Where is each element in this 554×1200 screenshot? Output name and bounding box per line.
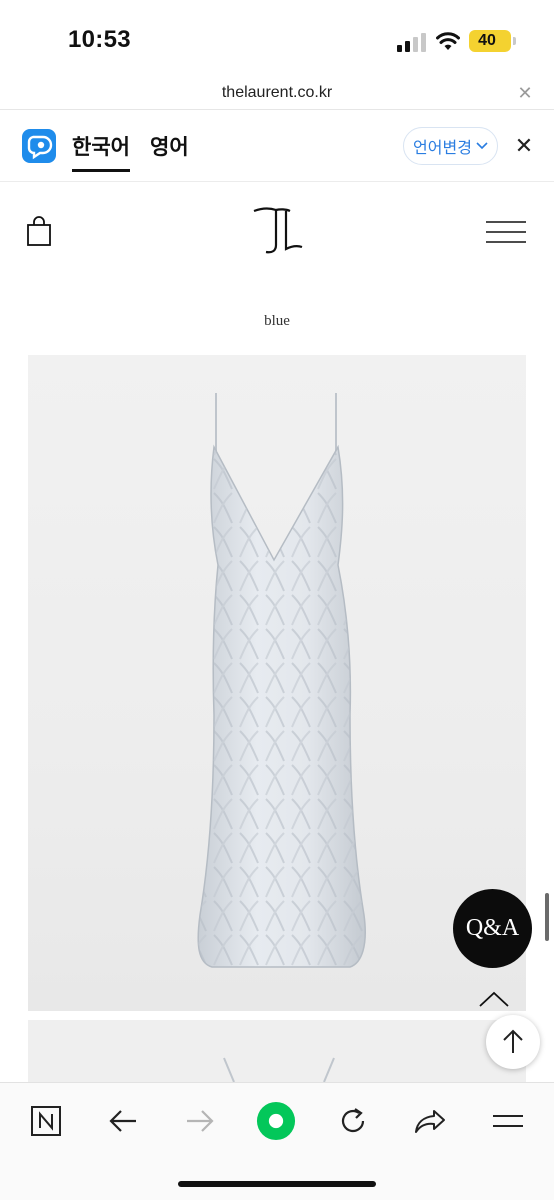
change-language-label: 언어변경 (413, 140, 472, 157)
share-button[interactable] (410, 1101, 450, 1141)
close-translate-icon[interactable]: ✕ (513, 135, 535, 157)
scrollbar[interactable] (545, 893, 549, 941)
status-time: 10:53 (68, 26, 131, 53)
green-dot-icon (256, 1101, 296, 1141)
scroll-to-top-button[interactable] (486, 1015, 540, 1069)
battery-indicator: 40 (469, 30, 516, 52)
home-indicator[interactable] (178, 1181, 376, 1187)
url-bar[interactable]: thelaurent.co.kr ✕ (0, 80, 554, 110)
secondary-dress-illustration (223, 1057, 335, 1082)
tab-korean[interactable]: 한국어 (72, 131, 130, 172)
product-color-label: blue (264, 313, 290, 329)
back-button[interactable] (103, 1101, 143, 1141)
translate-bar: 한국어 영어 언어변경 ✕ (0, 111, 554, 182)
battery-level: 40 (478, 32, 496, 49)
wifi-icon (436, 32, 460, 50)
url-text[interactable]: thelaurent.co.kr (0, 84, 554, 102)
naver-n-icon (31, 1106, 61, 1136)
change-language-button[interactable]: 언어변경 (403, 127, 498, 165)
qa-button[interactable]: Q&A (453, 889, 532, 968)
share-icon (415, 1110, 445, 1133)
hamburger-menu-icon[interactable] (486, 220, 526, 244)
chevron-up-icon[interactable] (478, 990, 510, 1008)
brand-logo[interactable] (250, 205, 306, 257)
papago-logo-icon (22, 129, 56, 163)
product-image-secondary[interactable] (28, 1020, 526, 1082)
green-dot-button[interactable] (256, 1101, 296, 1141)
arrow-up-icon (503, 1029, 523, 1053)
status-bar: 10:53 40 (0, 0, 554, 80)
site-header (0, 183, 554, 283)
knit-dress-illustration (197, 393, 366, 968)
reload-icon (341, 1108, 365, 1133)
arrow-left-icon (109, 1110, 136, 1132)
arrow-right-icon (187, 1110, 214, 1132)
reload-button[interactable] (333, 1101, 373, 1141)
shopping-bag-icon[interactable] (26, 215, 52, 247)
naver-home-button[interactable] (26, 1101, 66, 1141)
chevron-down-icon (476, 142, 488, 150)
forward-button[interactable] (180, 1101, 220, 1141)
menu-icon (493, 1115, 523, 1127)
cellular-signal-icon (397, 33, 426, 52)
product-image[interactable] (28, 355, 526, 1011)
close-icon[interactable]: ✕ (515, 83, 535, 103)
more-menu-button[interactable] (488, 1101, 528, 1141)
tab-english[interactable]: 영어 (150, 131, 189, 161)
